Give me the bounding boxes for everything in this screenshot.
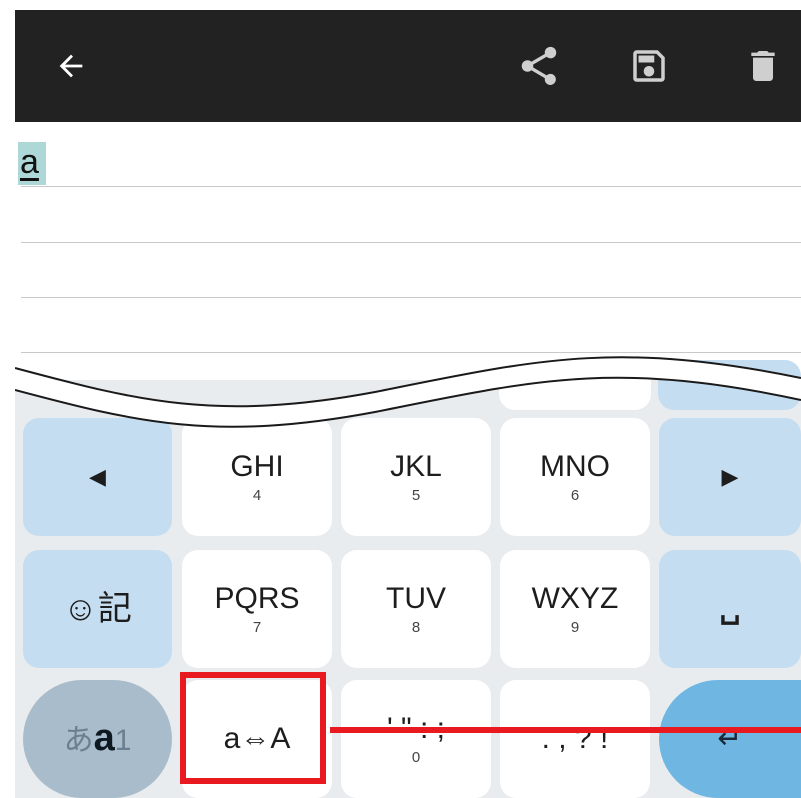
app-screen: a ◀ GHI 4 JKL 5 MNO 6 ▶ ☺記 PQRS 7 TUV 8 … xyxy=(15,10,801,798)
emoji-icon: ☺記 xyxy=(63,590,132,628)
keyboard: ◀ GHI 4 JKL 5 MNO 6 ▶ ☺記 PQRS 7 TUV 8 WX… xyxy=(15,360,801,798)
space-key[interactable]: ␣ xyxy=(659,550,801,668)
key-number: 9 xyxy=(570,618,580,636)
tear-divider xyxy=(15,356,801,428)
key-label: WXYZ xyxy=(531,581,619,615)
key-label: PQRS xyxy=(214,581,300,615)
key-punct[interactable]: . , ? ! xyxy=(500,680,650,798)
save-icon xyxy=(633,50,665,82)
key-number: 0 xyxy=(411,748,421,766)
mode-alpha: a xyxy=(93,716,115,759)
key-number: 6 xyxy=(570,486,580,504)
editor-text: a xyxy=(20,143,39,181)
key-label: MNO xyxy=(540,449,610,483)
highlight-box xyxy=(180,672,326,784)
arrow-back-icon xyxy=(59,54,83,78)
share-icon xyxy=(521,46,557,85)
key-wxyz[interactable]: WXYZ 9 xyxy=(500,550,650,668)
share-button[interactable] xyxy=(513,40,565,92)
save-button[interactable] xyxy=(623,40,675,92)
key-label: GHI xyxy=(230,449,284,483)
key-number: 7 xyxy=(252,618,262,636)
left-arrow-icon: ◀ xyxy=(89,464,106,489)
key-tuv[interactable]: TUV 8 xyxy=(341,550,491,668)
back-button[interactable] xyxy=(45,40,97,92)
mode-label: あa1 xyxy=(63,719,132,757)
trash-icon xyxy=(751,51,775,81)
ruled-line xyxy=(21,297,801,298)
enter-key[interactable]: ↵ xyxy=(659,680,801,798)
input-mode-key[interactable]: あa1 xyxy=(23,680,172,798)
key-punct-0[interactable]: ' " : ; 0 xyxy=(341,680,491,798)
ruled-line xyxy=(21,242,801,243)
delete-button[interactable] xyxy=(737,40,789,92)
mode-hiragana: あ xyxy=(63,723,94,757)
highlight-line xyxy=(330,727,801,733)
app-bar xyxy=(15,10,801,122)
ruled-line xyxy=(21,186,801,187)
space-icon: ␣ xyxy=(719,592,741,625)
key-number: 8 xyxy=(411,618,421,636)
emoji-symbol-key[interactable]: ☺記 xyxy=(23,550,172,668)
right-arrow-icon: ▶ xyxy=(721,464,739,489)
key-number: 5 xyxy=(411,486,421,504)
key-number: 4 xyxy=(252,486,262,504)
key-label: TUV xyxy=(386,581,446,615)
key-pqrs[interactable]: PQRS 7 xyxy=(182,550,332,668)
key-label: JKL xyxy=(390,449,442,483)
mode-number: 1 xyxy=(114,723,132,757)
